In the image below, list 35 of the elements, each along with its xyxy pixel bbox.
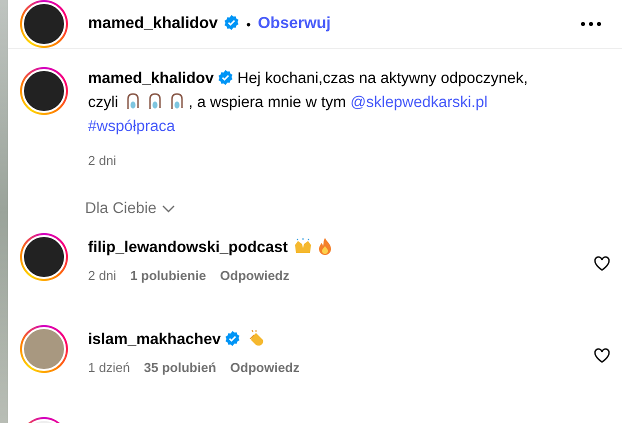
profile-photo-placeholder xyxy=(22,327,66,371)
avatar[interactable] xyxy=(20,67,68,115)
verified-badge-icon xyxy=(225,331,240,346)
comment-username[interactable]: islam_makhachev xyxy=(88,331,221,348)
comment-time: 1 dzień xyxy=(88,360,130,375)
comment-username[interactable]: filip_lewandowski_podcast xyxy=(88,239,288,256)
sort-dropdown[interactable]: Dla Ciebie xyxy=(85,200,175,218)
fishing-rod-icon xyxy=(170,93,184,110)
profile-photo-placeholder xyxy=(22,235,66,279)
likes-count[interactable]: 1 polubienie xyxy=(130,268,206,283)
follow-link[interactable]: Obserwuj xyxy=(258,15,331,33)
raised-hands-icon xyxy=(294,238,312,254)
likes-count[interactable]: 35 polubień xyxy=(144,360,216,375)
fishing-rod-icon xyxy=(126,93,140,110)
separator-dot: • xyxy=(246,16,251,32)
profile-photo-placeholder xyxy=(22,69,66,113)
caption-text: mamed_khalidov Hej kochani,czas na aktywny odpoczynek, czyli , a wspiera mnie w tym @sklepwedkarski.pl #współpraca xyxy=(88,69,528,137)
username[interactable]: mamed_khalidov xyxy=(88,15,218,33)
avatar[interactable] xyxy=(20,233,68,281)
reply-link[interactable]: Odpowiedz xyxy=(220,268,290,283)
avatar[interactable] xyxy=(20,0,68,48)
more-options-icon[interactable] xyxy=(580,21,602,27)
profile-photo-placeholder xyxy=(22,2,66,46)
chevron-down-icon xyxy=(162,205,175,213)
like-heart-icon[interactable] xyxy=(594,348,610,363)
username[interactable]: mamed_khalidov xyxy=(88,70,214,87)
post-time: 2 dni xyxy=(88,153,116,168)
comment-time: 2 dni xyxy=(88,268,116,283)
like-heart-icon[interactable] xyxy=(594,256,610,271)
hashtag-link[interactable]: #współpraca xyxy=(88,118,176,135)
fishing-rod-icon xyxy=(148,93,162,110)
clapping-hands-icon xyxy=(248,330,266,347)
fire-icon xyxy=(318,238,332,255)
reply-link[interactable]: Odpowiedz xyxy=(230,360,300,375)
mention-link[interactable]: @sklepwedkarski.pl xyxy=(350,94,488,111)
